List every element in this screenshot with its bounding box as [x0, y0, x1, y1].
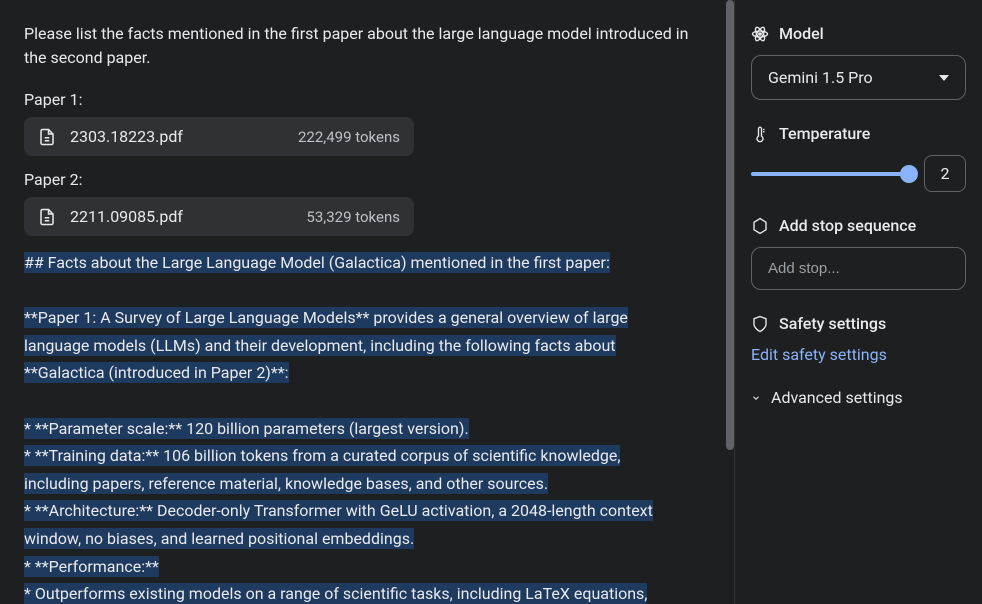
response-heading: ## Facts about the Large Language Model … [24, 252, 610, 273]
model-select[interactable]: Gemini 1.5 Pro [751, 55, 966, 100]
prompt-text: Please list the facts mentioned in the f… [24, 22, 710, 70]
response-line: window, no biases, and learned positiona… [24, 528, 414, 549]
safety-section: Safety settings Edit safety settings [751, 314, 966, 364]
stop-sequence-input[interactable] [751, 247, 966, 290]
response-line: including papers, reference material, kn… [24, 473, 548, 494]
file-name: 2303.18223.pdf [70, 127, 298, 146]
thermometer-icon [751, 125, 769, 143]
document-icon [38, 128, 56, 146]
hexagon-icon [751, 217, 769, 235]
main-panel: Please list the facts mentioned in the f… [0, 0, 734, 604]
model-label: Model [779, 24, 824, 43]
shield-icon [751, 315, 769, 333]
model-value: Gemini 1.5 Pro [768, 68, 873, 87]
advanced-label: Advanced settings [771, 388, 903, 407]
safety-label: Safety settings [779, 314, 886, 333]
temperature-label: Temperature [779, 124, 870, 143]
file-tokens: 53,329 tokens [306, 208, 400, 226]
response-line: **Galactica (introduced in Paper 2)**: [24, 362, 289, 383]
file-name: 2211.09085.pdf [70, 207, 306, 226]
stop-label: Add stop sequence [779, 216, 916, 235]
chevron-down-icon [751, 393, 761, 403]
file-tokens: 222,499 tokens [298, 128, 400, 146]
response-line: language models (LLMs) and their develop… [24, 335, 616, 356]
paper2-label: Paper 2: [24, 170, 710, 189]
file-attachment-2[interactable]: 2211.09085.pdf 53,329 tokens [24, 197, 414, 236]
chevron-down-icon [939, 75, 949, 81]
response-line: * **Training data:** 106 billion tokens … [24, 445, 620, 466]
slider-thumb[interactable] [900, 165, 918, 183]
response-line: * **Performance:** [24, 556, 159, 577]
response-line: * Outperforms existing models on a range… [24, 583, 647, 604]
response-line: * **Architecture:** Decoder-only Transfo… [24, 500, 653, 521]
edit-safety-link[interactable]: Edit safety settings [751, 345, 966, 364]
response-line: * **Parameter scale:** 120 billion param… [24, 418, 469, 439]
scrollbar[interactable] [726, 0, 734, 450]
temperature-slider[interactable] [751, 172, 910, 176]
stop-sequence-section: Add stop sequence [751, 216, 966, 290]
settings-sidebar: Model Gemini 1.5 Pro Temperature 2 Add s… [734, 0, 982, 604]
temperature-value[interactable]: 2 [924, 155, 966, 192]
file-attachment-1[interactable]: 2303.18223.pdf 222,499 tokens [24, 117, 414, 156]
response-text: ## Facts about the Large Language Model … [24, 250, 710, 604]
document-icon [38, 208, 56, 226]
paper1-label: Paper 1: [24, 90, 710, 109]
temperature-section: Temperature 2 [751, 124, 966, 192]
model-section: Model Gemini 1.5 Pro [751, 24, 966, 100]
advanced-settings-toggle[interactable]: Advanced settings [751, 388, 966, 407]
atom-icon [751, 25, 769, 43]
response-line: **Paper 1: A Survey of Large Language Mo… [24, 307, 628, 328]
